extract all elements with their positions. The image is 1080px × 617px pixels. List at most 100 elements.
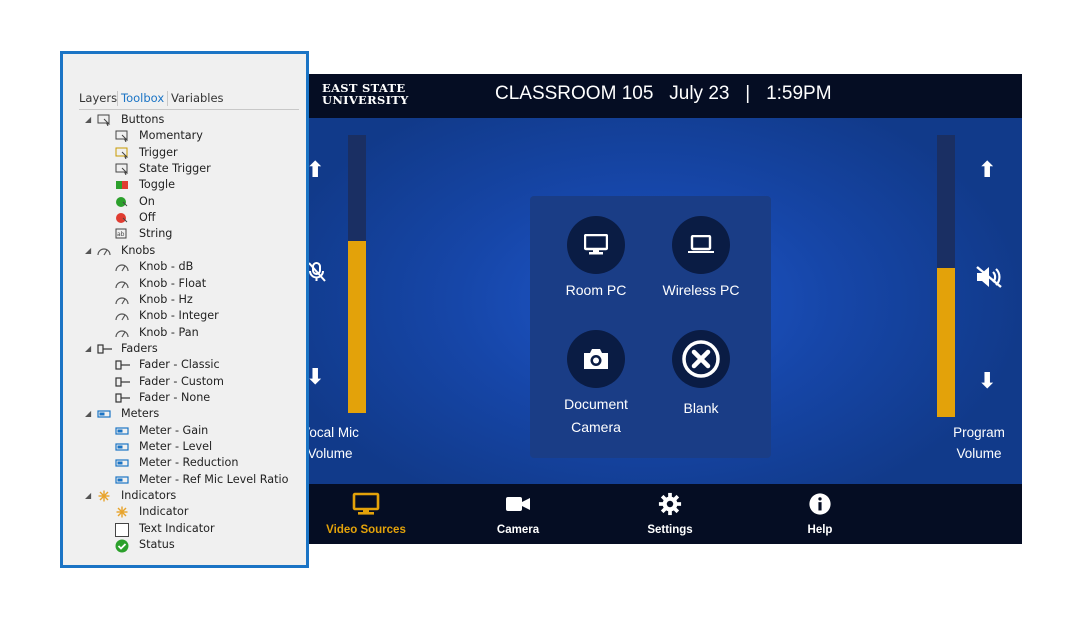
tree-label: Status: [139, 538, 175, 552]
right-volume-level: [937, 268, 955, 417]
tree-label: Meter - Reduction: [139, 456, 239, 470]
tab-separator: [167, 91, 168, 106]
tree-label: Indicator: [139, 505, 189, 519]
right-volume-up-button[interactable]: ⬆: [978, 160, 996, 182]
meter-icon: [115, 425, 129, 437]
knob-icon: [115, 327, 129, 339]
tree-label: Knobs: [121, 243, 156, 257]
close-circle-icon: [682, 340, 720, 378]
laptop-icon: [688, 235, 714, 253]
fader-icon: [115, 359, 130, 371]
collapse-icon[interactable]: ◢: [85, 488, 95, 504]
toolbox-window: Layers Toolbox Variables ◢ Buttons Momenta…: [60, 51, 309, 568]
main-stage: ⬆ ⬇ Vocal Mic Volume Room PC Wireless PC…: [268, 118, 1022, 484]
collapse-icon[interactable]: ◢: [85, 112, 95, 128]
nav-video-sources[interactable]: Video Sources: [311, 492, 421, 536]
tabs-underline: [79, 109, 299, 110]
header-separator: |: [745, 83, 751, 104]
tab-layers[interactable]: Layers: [79, 91, 117, 105]
left-mute-icon[interactable]: [308, 262, 326, 286]
source-label-line1: Room PC: [565, 282, 627, 298]
knob-icon: [115, 261, 129, 273]
tree-label: String: [139, 227, 173, 241]
source-blank-button[interactable]: Blank: [646, 330, 756, 420]
nav-settings[interactable]: Settings: [615, 492, 725, 536]
off-button-icon: [115, 212, 129, 224]
indicator-icon: [97, 490, 111, 502]
tree-label: State Trigger: [139, 162, 211, 176]
nav-label: Video Sources: [326, 524, 406, 536]
monitor-icon: [584, 234, 608, 255]
meter-icon: [115, 441, 129, 453]
nav-label: Camera: [496, 524, 540, 536]
toggle-icon: [115, 179, 129, 191]
logo-line-2: UNIVERSITY: [322, 92, 409, 107]
source-circle: [672, 216, 730, 274]
left-volume-meter[interactable]: [348, 135, 366, 413]
svg-text:ab: ab: [117, 231, 125, 238]
source-label-line2: Camera: [571, 419, 621, 435]
right-volume-meter[interactable]: [937, 135, 955, 417]
tree-label: Knob - Float: [139, 276, 207, 290]
speaker-mute-icon[interactable]: [975, 266, 1003, 292]
source-wireless-pc-button[interactable]: Wireless PC: [646, 216, 756, 302]
knob-icon: [97, 245, 111, 257]
video-camera-icon: [506, 497, 530, 511]
panel-header: EAST STATE UNIVERSITY CLASSROOM 105 July…: [268, 74, 1022, 118]
tree-label: Text Indicator: [139, 521, 215, 535]
source-circle: [567, 330, 625, 388]
source-selector: Room PC Wireless PC Document Camera Blan…: [530, 196, 771, 458]
text-indicator-icon: [115, 522, 129, 537]
collapse-icon[interactable]: ◢: [85, 243, 95, 259]
tree-label: Knob - Hz: [139, 292, 193, 306]
fader-icon: [97, 343, 112, 355]
trigger-button-icon: [115, 147, 129, 159]
tree-label: Trigger: [139, 145, 178, 159]
room-name: CLASSROOM 105: [495, 83, 654, 104]
tree-label: Faders: [121, 341, 158, 355]
source-label-line1: Wireless PC: [662, 282, 740, 298]
bottom-navigation: Video Sources Camera Settings Help: [268, 484, 1022, 544]
tab-toolbox[interactable]: Toolbox: [121, 91, 164, 105]
toolbox-title-area: [63, 54, 306, 86]
source-label-line1: Blank: [683, 400, 719, 416]
collapse-icon[interactable]: ◢: [85, 406, 95, 422]
on-button-icon: [115, 196, 129, 208]
knob-icon: [115, 278, 129, 290]
tree-label: Meter - Ref Mic Level Ratio: [139, 472, 289, 486]
button-icon: [97, 114, 111, 127]
source-room-pc-button[interactable]: Room PC: [541, 216, 651, 302]
nav-help[interactable]: Help: [765, 492, 875, 536]
tab-variables[interactable]: Variables: [171, 91, 224, 105]
tree-label: Fader - Classic: [139, 358, 220, 372]
header-info: CLASSROOM 105 July 23 | 1:59PM: [495, 83, 832, 105]
tree-label: Toggle: [139, 178, 175, 192]
right-volume-label-line1: Program: [953, 425, 1005, 440]
momentary-button-icon: [115, 130, 129, 143]
tree-label: Momentary: [139, 129, 203, 143]
source-label: Wireless PC: [646, 279, 756, 302]
collapse-icon[interactable]: ◢: [85, 341, 95, 357]
indicator-icon: [115, 506, 129, 518]
tree-label: Knob - Integer: [139, 309, 219, 323]
tree-label: Meter - Level: [139, 440, 213, 453]
meter-icon: [97, 408, 111, 420]
tab-separator: [117, 91, 118, 106]
right-volume-down-button[interactable]: ⬇: [978, 371, 996, 393]
fader-icon: [115, 376, 130, 388]
right-volume-label-line2: Volume: [956, 446, 1002, 461]
fader-icon: [115, 392, 130, 404]
source-document-camera-button[interactable]: Document Camera: [541, 330, 651, 439]
source-label: Room PC: [541, 279, 651, 302]
source-label: Document Camera: [541, 393, 651, 439]
source-circle: [567, 216, 625, 274]
source-label: Blank: [646, 397, 756, 420]
knob-icon: [115, 294, 129, 306]
left-volume-level: [348, 241, 366, 413]
source-circle: [672, 330, 730, 388]
tree-label: Meters: [121, 407, 160, 421]
tree-label: Knob - Pan: [139, 325, 199, 339]
nav-label: Help: [807, 524, 833, 536]
nav-camera[interactable]: Camera: [463, 492, 573, 536]
university-logo: EAST STATE UNIVERSITY: [322, 82, 409, 107]
